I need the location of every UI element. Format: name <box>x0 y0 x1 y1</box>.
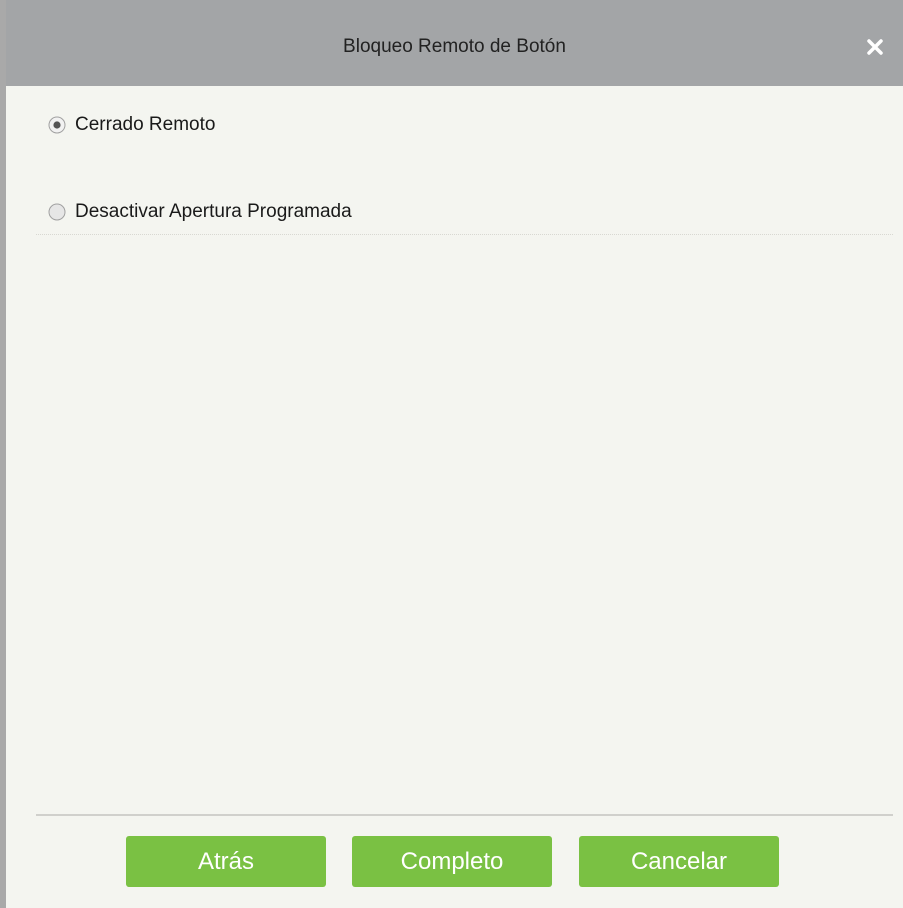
footer-divider <box>36 814 893 816</box>
option-label: Desactivar Apertura Programada <box>75 201 352 222</box>
remote-lock-dialog: Bloqueo Remoto de Botón Cerrado Remoto D… <box>0 0 903 908</box>
option-remote-close[interactable]: Cerrado Remoto <box>48 110 215 140</box>
complete-button[interactable]: Completo <box>352 836 552 887</box>
cancel-button[interactable]: Cancelar <box>579 836 779 887</box>
dialog-titlebar: Bloqueo Remoto de Botón <box>6 0 903 86</box>
dialog-footer: Atrás Completo Cancelar <box>6 836 903 888</box>
dialog-title: Bloqueo Remoto de Botón <box>343 36 566 57</box>
option-disable-scheduled-opening[interactable]: Desactivar Apertura Programada <box>48 197 352 227</box>
options-divider <box>36 234 893 235</box>
radio-disable-scheduled-opening[interactable] <box>48 203 66 221</box>
close-icon <box>867 39 883 55</box>
back-button[interactable]: Atrás <box>126 836 326 887</box>
option-label: Cerrado Remoto <box>75 114 216 135</box>
radio-remote-close[interactable] <box>48 116 66 134</box>
close-button[interactable] <box>855 28 895 68</box>
